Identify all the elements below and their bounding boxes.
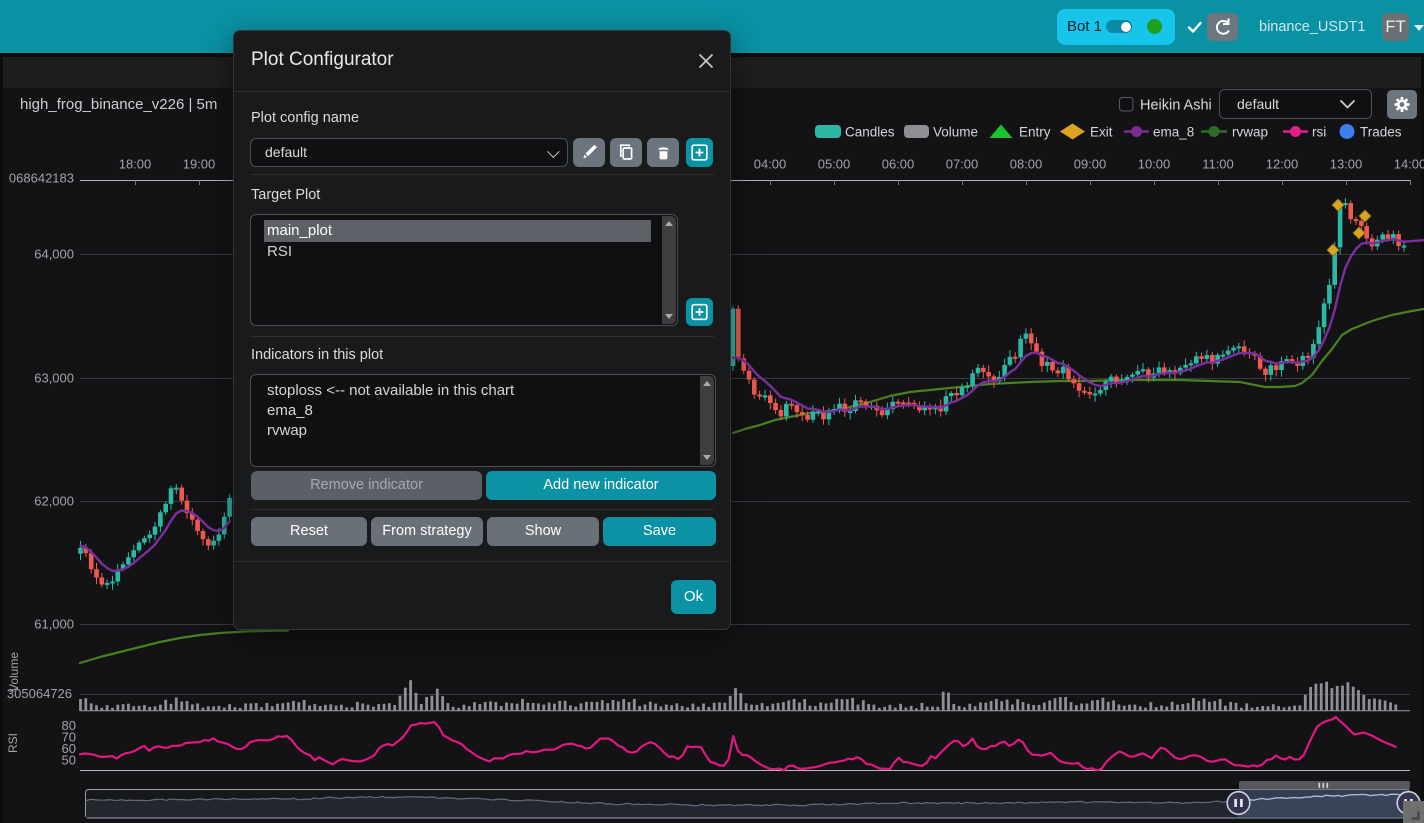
svg-text:08:00: 08:00 — [1010, 157, 1043, 172]
svg-text:06:00: 06:00 — [882, 157, 915, 172]
svg-text:068642183: 068642183 — [9, 171, 74, 186]
svg-text:Candles: Candles — [845, 125, 895, 140]
svg-text:ema_8: ema_8 — [1153, 125, 1194, 140]
svg-text:10:00: 10:00 — [1138, 157, 1171, 172]
svg-text:19:00: 19:00 — [183, 157, 216, 172]
svg-text:rsi: rsi — [1312, 125, 1326, 140]
svg-text:18:00: 18:00 — [119, 157, 152, 172]
svg-text:62,000: 62,000 — [34, 494, 74, 509]
svg-text:13:00: 13:00 — [1330, 157, 1363, 172]
svg-text:04:00: 04:00 — [754, 157, 787, 172]
svg-text:Exit: Exit — [1090, 125, 1113, 140]
svg-text:07:00: 07:00 — [946, 157, 979, 172]
svg-text:05:00: 05:00 — [818, 157, 851, 172]
svg-text:default: default — [1237, 96, 1279, 112]
svg-text:Entry: Entry — [1019, 125, 1051, 140]
svg-text:11:00: 11:00 — [1202, 157, 1234, 172]
svg-text:09:00: 09:00 — [1074, 157, 1107, 172]
svg-text:64,000: 64,000 — [34, 247, 74, 262]
svg-text:Volume: Volume — [933, 125, 978, 140]
svg-text:Trades: Trades — [1360, 125, 1402, 140]
svg-text:12:00: 12:00 — [1266, 157, 1299, 172]
svg-text:14:00: 14:00 — [1394, 157, 1424, 172]
svg-text:rvwap: rvwap — [1232, 125, 1268, 140]
svg-text:61,000: 61,000 — [34, 617, 74, 632]
svg-text:Heikin Ashi: Heikin Ashi — [1140, 98, 1212, 114]
svg-text:50: 50 — [62, 753, 76, 768]
svg-text:RSI: RSI — [6, 733, 20, 753]
svg-text:Volume: Volume — [7, 652, 21, 692]
svg-text:63,000: 63,000 — [34, 371, 74, 386]
svg-text:high_frog_binance_v226 | 5m: high_frog_binance_v226 | 5m — [20, 96, 217, 113]
